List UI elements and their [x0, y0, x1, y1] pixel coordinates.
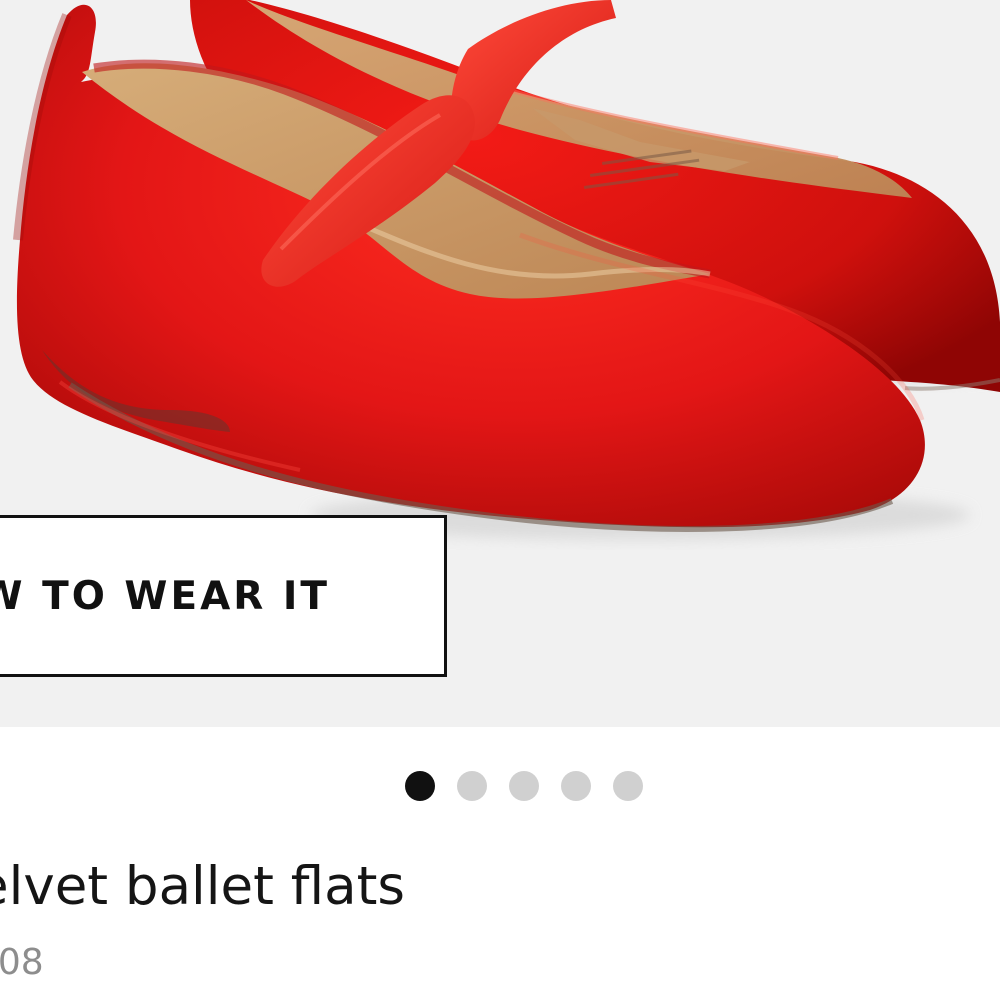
how-to-wear-it-button[interactable]: W TO WEAR IT [0, 515, 447, 677]
how-to-wear-it-label: W TO WEAR IT [0, 573, 330, 619]
product-image[interactable]: W TO WEAR IT [0, 0, 1000, 727]
carousel-dot-2[interactable] [457, 771, 487, 801]
product-code: 608 [0, 942, 44, 983]
product-page: W TO WEAR IT elvet ballet flats 608 [0, 0, 1000, 1000]
carousel-dot-4[interactable] [561, 771, 591, 801]
carousel-dot-5[interactable] [613, 771, 643, 801]
carousel-pagination [405, 771, 643, 801]
carousel-dot-1[interactable] [405, 771, 435, 801]
carousel-dot-3[interactable] [509, 771, 539, 801]
product-title: elvet ballet flats [0, 856, 405, 917]
